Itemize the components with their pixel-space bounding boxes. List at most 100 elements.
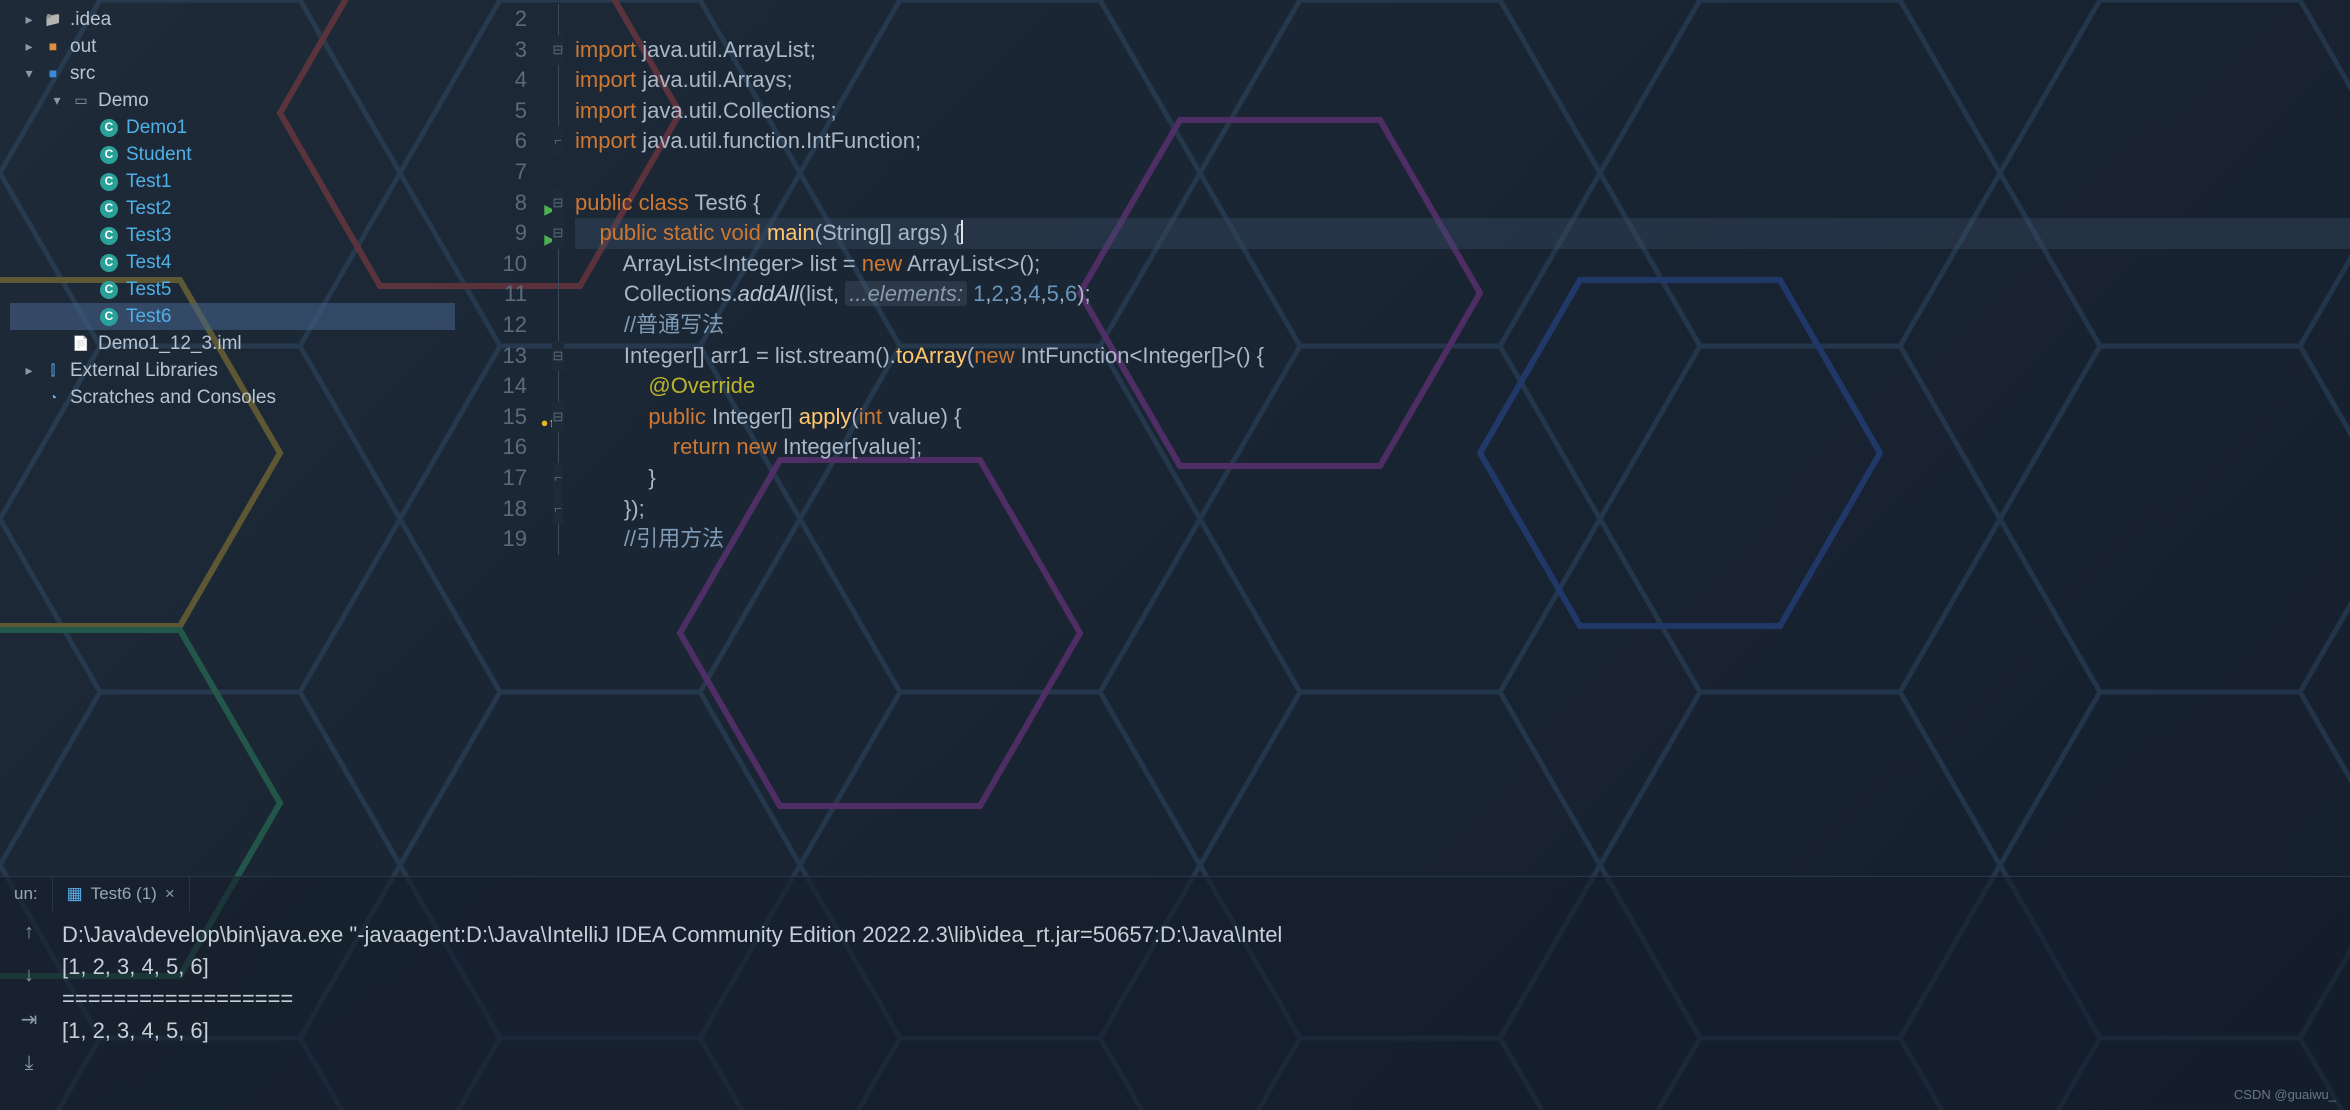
token: new xyxy=(974,343,1020,368)
line-number[interactable]: 8▶ xyxy=(455,188,527,219)
tree-item--idea[interactable]: .idea xyxy=(10,6,455,33)
chevron-down-icon[interactable] xyxy=(50,87,64,114)
fold-open-icon[interactable]: ⊟ xyxy=(552,188,565,219)
fold-cell[interactable]: ⌐ xyxy=(541,126,575,157)
fold-cell[interactable]: ⊟ xyxy=(541,188,575,219)
code-line[interactable]: public static void main(String[] args) { xyxy=(575,218,2350,249)
code-line[interactable]: return new Integer[value]; xyxy=(575,432,2350,463)
tree-item-label: External Libraries xyxy=(70,357,218,384)
fold-cell xyxy=(541,524,575,555)
scroll-end-icon[interactable]: ⤓ xyxy=(25,1052,34,1075)
fold-close-icon[interactable]: ⌐ xyxy=(553,126,563,157)
fold-close-icon[interactable]: ⌐ xyxy=(553,494,563,525)
line-number[interactable]: 7 xyxy=(455,157,527,188)
tree-item-demo1[interactable]: Demo1 xyxy=(10,114,455,141)
tree-item-test6[interactable]: Test6 xyxy=(10,303,455,330)
up-icon[interactable]: ↑ xyxy=(24,921,34,944)
fold-open-icon[interactable]: ⊟ xyxy=(552,341,565,372)
token: (String[] args) xyxy=(815,220,954,245)
fold-cell xyxy=(541,249,575,280)
line-number[interactable]: 15●↑ xyxy=(455,402,527,433)
code-line[interactable]: //引用方法 xyxy=(575,524,2350,555)
code-line[interactable]: @Override xyxy=(575,371,2350,402)
close-icon[interactable]: × xyxy=(165,884,175,904)
tree-item-src[interactable]: src xyxy=(10,60,455,87)
fold-cell[interactable]: ⌐ xyxy=(541,463,575,494)
line-number[interactable]: 16 xyxy=(455,432,527,463)
code-line[interactable]: import java.util.ArrayList; xyxy=(575,35,2350,66)
chevron-right-icon[interactable] xyxy=(22,6,36,33)
chevron-right-icon[interactable] xyxy=(22,33,36,60)
fold-cell[interactable]: ⊟ xyxy=(541,341,575,372)
fold-cell[interactable]: ⊟ xyxy=(541,35,575,66)
code-area[interactable]: import java.util.ArrayList;import java.u… xyxy=(575,0,2350,876)
line-number[interactable]: 14 xyxy=(455,371,527,402)
chevron-right-icon[interactable] xyxy=(22,357,36,384)
token xyxy=(575,526,624,551)
code-editor[interactable]: 2345678▶9▶101112131415●↑16171819 ⊟⌐⊟⊟⊟⊟⌐… xyxy=(455,0,2350,876)
code-line[interactable] xyxy=(575,4,2350,35)
line-number[interactable]: 4 xyxy=(455,65,527,96)
project-tree[interactable]: .ideaoutsrcDemoDemo1StudentTest1Test2Tes… xyxy=(0,0,455,876)
line-number[interactable]: 6 xyxy=(455,126,527,157)
run-output[interactable]: D:\Java\develop\bin\java.exe "-javaagent… xyxy=(58,911,2350,1110)
fold-cell xyxy=(541,157,575,188)
line-number[interactable]: 10 xyxy=(455,249,527,280)
line-number[interactable]: 9▶ xyxy=(455,218,527,249)
code-line[interactable]: }); xyxy=(575,494,2350,525)
token: Collections. xyxy=(575,281,738,306)
code-line[interactable]: public Integer[] apply(int value) { xyxy=(575,402,2350,433)
run-tab[interactable]: ▦ Test6 (1) × xyxy=(53,877,190,911)
tree-item-label: Scratches and Consoles xyxy=(70,384,276,411)
line-number[interactable]: 18 xyxy=(455,494,527,525)
tree-item-label: Student xyxy=(126,141,192,168)
fold-cell[interactable]: ⌐ xyxy=(541,494,575,525)
code-line[interactable]: import java.util.function.IntFunction; xyxy=(575,126,2350,157)
code-line[interactable]: public class Test6 { xyxy=(575,188,2350,219)
fold-open-icon[interactable]: ⊟ xyxy=(552,35,565,66)
code-line[interactable]: } xyxy=(575,463,2350,494)
fold-cell[interactable]: ⊟ xyxy=(541,218,575,249)
line-number[interactable]: 19 xyxy=(455,524,527,555)
line-number[interactable]: 2 xyxy=(455,4,527,35)
down-icon[interactable]: ↓ xyxy=(24,964,34,987)
tree-item-test4[interactable]: Test4 xyxy=(10,249,455,276)
fold-close-icon[interactable]: ⌐ xyxy=(553,463,563,494)
line-number[interactable]: 12 xyxy=(455,310,527,341)
code-line[interactable]: import java.util.Collections; xyxy=(575,96,2350,127)
line-number[interactable]: 3 xyxy=(455,35,527,66)
code-line[interactable]: import java.util.Arrays; xyxy=(575,65,2350,96)
code-line[interactable]: ArrayList<Integer> list = new ArrayList<… xyxy=(575,249,2350,280)
run-config-icon: ▦ xyxy=(67,884,83,904)
token: value) { xyxy=(888,404,961,429)
code-line[interactable]: Collections.addAll(list, ...elements: 1,… xyxy=(575,279,2350,310)
line-number[interactable]: 17 xyxy=(455,463,527,494)
line-number[interactable]: 11 xyxy=(455,279,527,310)
tree-item-test3[interactable]: Test3 xyxy=(10,222,455,249)
tree-item-test2[interactable]: Test2 xyxy=(10,195,455,222)
fold-column[interactable]: ⊟⌐⊟⊟⊟⊟⌐⌐ xyxy=(541,0,575,876)
soft-wrap-icon[interactable]: ⇥ xyxy=(21,1007,38,1032)
code-line[interactable]: //普通写法 xyxy=(575,310,2350,341)
line-number[interactable]: 13 xyxy=(455,341,527,372)
tree-item-scratches-and-consoles[interactable]: Scratches and Consoles xyxy=(10,384,455,411)
tree-item-out[interactable]: out xyxy=(10,33,455,60)
tree-item-test1[interactable]: Test1 xyxy=(10,168,455,195)
tree-item-demo1-12-3-iml[interactable]: Demo1_12_3.iml xyxy=(10,330,455,357)
token: java.util.Arrays; xyxy=(642,67,792,92)
chevron-down-icon[interactable] xyxy=(22,60,36,87)
fold-cell[interactable]: ⊟ xyxy=(541,402,575,433)
folder-orange-icon xyxy=(44,38,62,56)
fold-open-icon[interactable]: ⊟ xyxy=(552,402,565,433)
token: int xyxy=(859,404,888,429)
code-line[interactable] xyxy=(575,157,2350,188)
run-tabs: un: ▦ Test6 (1) × xyxy=(0,877,2350,911)
line-number[interactable]: 5 xyxy=(455,96,527,127)
tree-item-external-libraries[interactable]: External Libraries xyxy=(10,357,455,384)
tree-item-demo[interactable]: Demo xyxy=(10,87,455,114)
tree-item-student[interactable]: Student xyxy=(10,141,455,168)
fold-open-icon[interactable]: ⊟ xyxy=(552,218,565,249)
tree-item-test5[interactable]: Test5 xyxy=(10,276,455,303)
code-line[interactable]: Integer[] arr1 = list.stream().toArray(n… xyxy=(575,341,2350,372)
line-gutter[interactable]: 2345678▶9▶101112131415●↑16171819 xyxy=(455,0,541,876)
